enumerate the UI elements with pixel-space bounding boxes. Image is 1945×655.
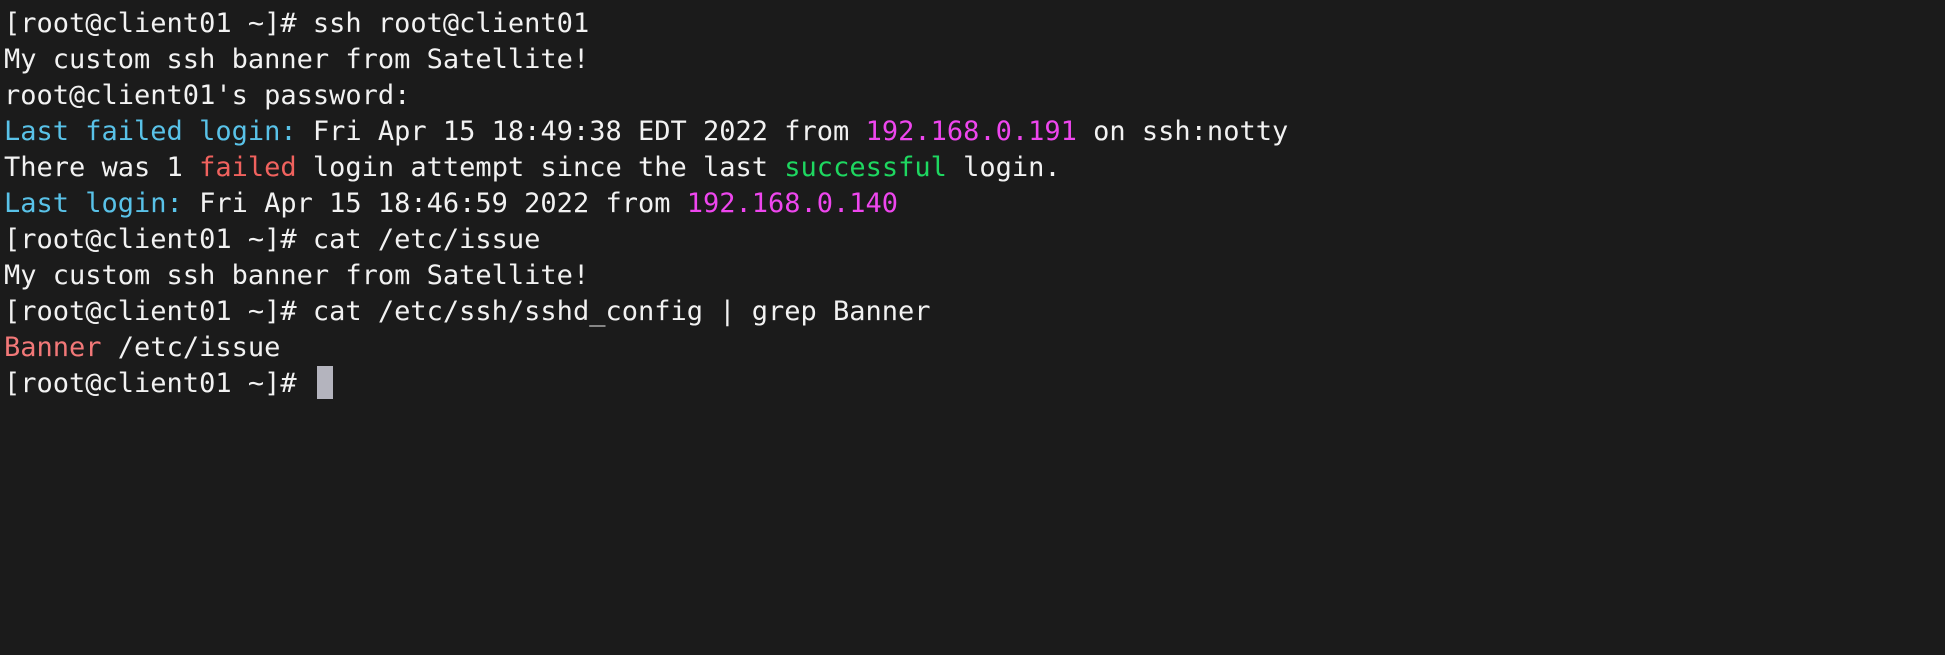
terminal-text-segment: My custom ssh banner from Satellite! [4,260,590,291]
terminal-line: There was 1 failed login attempt since t… [4,150,1945,186]
terminal-line: [root@client01 ~]# cat /etc/issue [4,222,1945,258]
terminal-line: Last failed login: Fri Apr 15 18:49:38 E… [4,114,1945,150]
terminal-text-segment: failed [199,152,297,183]
terminal-text-segment: 192.168.0.191 [865,116,1077,147]
terminal-text-segment: My custom ssh banner from Satellite! [4,44,590,75]
terminal-text-segment: [root@client01 ~]# cat /etc/ssh/sshd_con… [4,296,931,327]
terminal-text-segment: login attempt since the last [296,152,785,183]
terminal-text-segment: 192.168.0.140 [686,188,899,219]
terminal-text-segment: root@client01's password: [4,80,411,111]
terminal-line: [root@client01 ~]# [4,366,1945,402]
terminal-text-segment: on ssh:notty [1076,116,1289,147]
terminal-line: My custom ssh banner from Satellite! [4,258,1945,294]
terminal-text-segment: There was 1 [4,152,200,183]
terminal-line: root@client01's password: [4,78,1945,114]
terminal-text-segment: Fri Apr 15 18:46:59 2022 from [182,188,687,219]
terminal-line: [root@client01 ~]# cat /etc/ssh/sshd_con… [4,294,1945,330]
terminal-text-segment: Last login: [4,188,183,219]
terminal-text-segment: Banner [4,332,102,363]
terminal-line: Banner /etc/issue [4,330,1945,366]
terminal-line: Last login: Fri Apr 15 18:46:59 2022 fro… [4,186,1945,222]
terminal-text-segment: /etc/issue [101,332,281,363]
terminal-window[interactable]: [root@client01 ~]# ssh root@client01 My c… [0,0,1945,655]
terminal-text-segment: [root@client01 ~]# ssh root@client01 [4,8,590,39]
terminal-text-segment: Last failed login: [4,116,297,147]
terminal-text-segment: [root@client01 ~]# [4,368,313,399]
terminal-line: My custom ssh banner from Satellite! [4,42,1945,78]
terminal-text-segment: successful [784,152,947,183]
terminal-text-segment: [root@client01 ~]# cat /etc/issue [4,224,541,255]
terminal-text-segment: login. [946,152,1061,183]
terminal-line: [root@client01 ~]# ssh root@client01 [4,6,1945,42]
terminal-text-segment: Fri Apr 15 18:49:38 EDT 2022 from [296,116,866,147]
text-cursor [316,366,333,399]
